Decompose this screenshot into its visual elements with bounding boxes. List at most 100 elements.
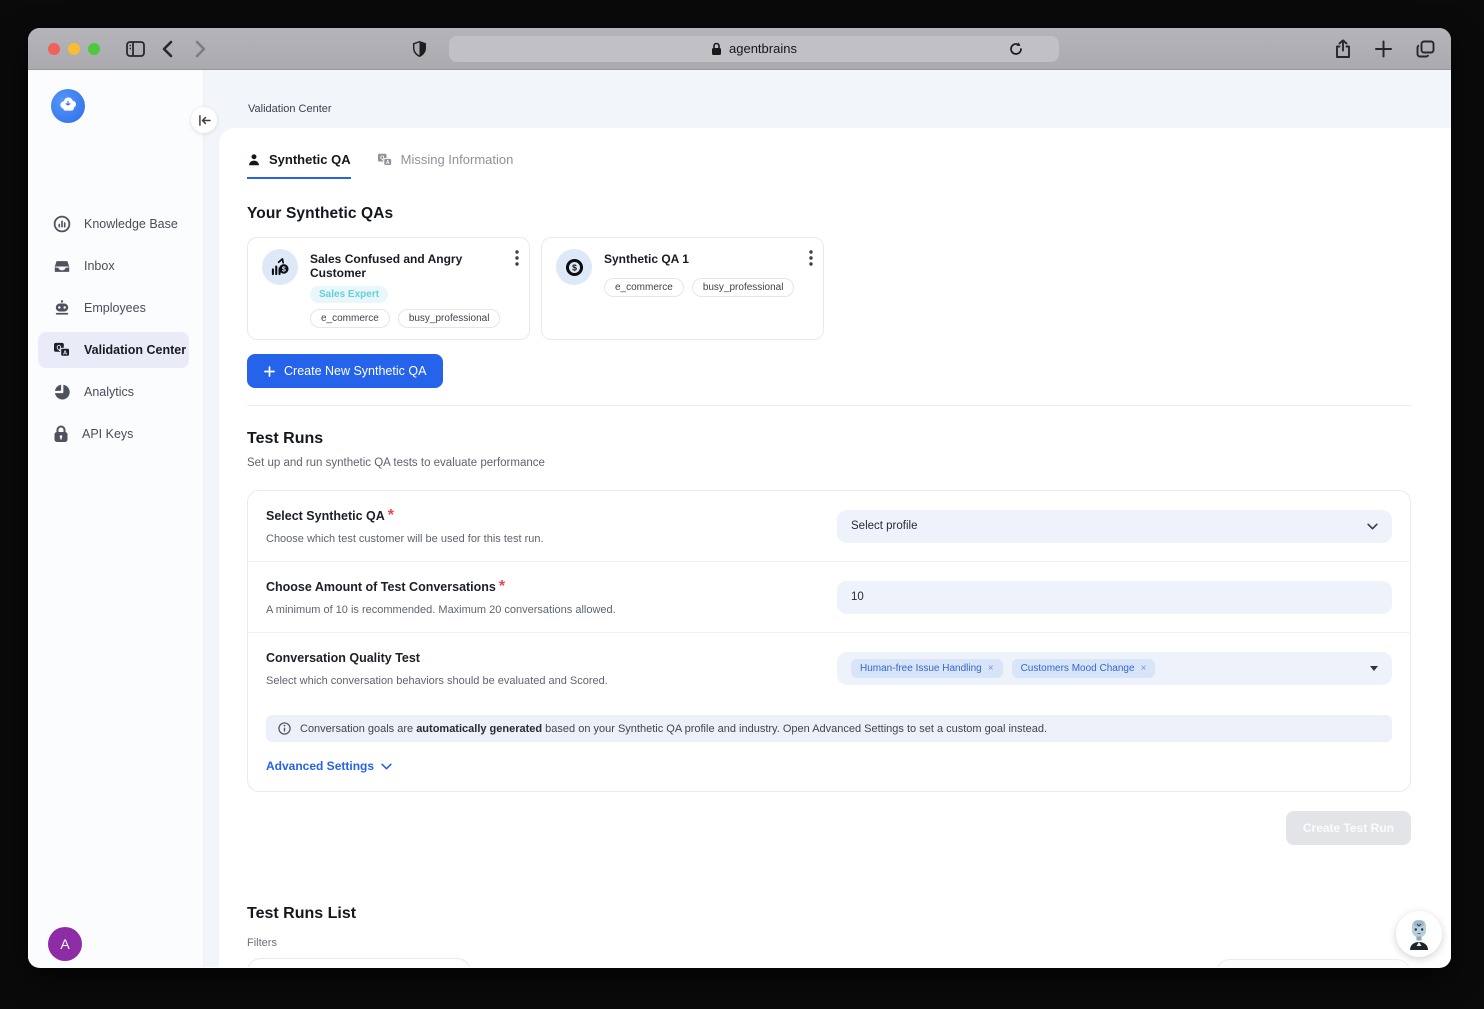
- create-test-run-button[interactable]: Create Test Run: [1286, 811, 1411, 845]
- field-label: Select Synthetic QA: [266, 509, 385, 523]
- field-description: Choose which test customer will be used …: [266, 533, 544, 545]
- browser-window: agentbrains Knowledge Base: [28, 28, 1451, 968]
- quality-multiselect[interactable]: Human-free Issue Handling × Customers Mo…: [837, 652, 1392, 685]
- synthetic-qa-card[interactable]: $ Synthetic QA 1 e_commerce busy_profess…: [541, 237, 824, 340]
- chip-remove-icon[interactable]: ×: [1141, 663, 1147, 674]
- section-divider: [247, 405, 1411, 406]
- knowledge-base-icon: [53, 215, 71, 233]
- sidebar-item-label: Validation Center: [84, 343, 186, 357]
- tab-synthetic-qa[interactable]: Synthetic QA: [247, 152, 351, 179]
- sidebar-item-validation-center[interactable]: QA Validation Center: [38, 332, 189, 368]
- synthetic-qa-card[interactable]: $ Sales Confused and Angry Customer Sale…: [247, 237, 530, 340]
- chip-remove-icon[interactable]: ×: [988, 663, 994, 674]
- person-icon: [247, 153, 261, 167]
- filters-label: Filters: [247, 937, 1411, 949]
- sidebar: Knowledge Base Inbox Employees QA Valida…: [28, 70, 204, 967]
- app-root: Knowledge Base Inbox Employees QA Valida…: [28, 70, 1451, 967]
- quality-chip-label: Human-free Issue Handling: [860, 663, 982, 674]
- synthetic-qa-cards: $ Sales Confused and Angry Customer Sale…: [247, 237, 1411, 340]
- sidebar-item-knowledge-base[interactable]: Knowledge Base: [38, 206, 189, 242]
- content-panel: Synthetic QA QA Missing Information Your…: [219, 128, 1451, 967]
- qa-tag: e_commerce: [604, 278, 684, 297]
- quality-chip: Human-free Issue Handling ×: [851, 659, 1003, 678]
- reload-icon[interactable]: [1009, 41, 1023, 56]
- card-menu-icon[interactable]: [515, 250, 519, 271]
- form-row-amount: Choose Amount of Test Conversations* A m…: [248, 562, 1410, 633]
- svg-text:$: $: [572, 262, 577, 272]
- date-range-filter[interactable]: Start Date — End Date: [247, 958, 471, 967]
- zoom-window-button[interactable]: [88, 43, 100, 55]
- close-window-button[interactable]: [48, 43, 60, 55]
- field-description: A minimum of 10 is recommended. Maximum …: [266, 604, 616, 616]
- sidebar-toggle-icon[interactable]: [126, 41, 145, 57]
- new-tab-icon[interactable]: [1375, 40, 1392, 57]
- create-synthetic-qa-button[interactable]: Create New Synthetic QA: [247, 354, 443, 388]
- svg-text:$: $: [281, 265, 285, 273]
- quality-chip-label: Customers Mood Change: [1021, 663, 1135, 674]
- url-bar[interactable]: agentbrains: [449, 36, 1059, 62]
- info-icon: [278, 722, 291, 735]
- test-runs-heading: Test Runs: [247, 430, 1411, 448]
- quality-chip: Customers Mood Change ×: [1012, 659, 1156, 678]
- sidebar-item-label: Inbox: [84, 259, 115, 273]
- info-banner: Conversation goals are automatically gen…: [266, 715, 1392, 742]
- inbox-icon: [53, 259, 71, 274]
- chevron-down-icon: [381, 763, 392, 770]
- sidebar-item-employees[interactable]: Employees: [38, 290, 189, 326]
- test-runs-subtitle: Set up and run synthetic QA tests to eva…: [247, 457, 1411, 469]
- sidebar-item-label: Employees: [84, 301, 146, 315]
- amount-input[interactable]: [851, 591, 1378, 603]
- shield-icon[interactable]: [412, 40, 427, 58]
- assistant-avatar[interactable]: [1396, 911, 1442, 957]
- tab-label: Missing Information: [401, 152, 514, 167]
- caret-down-icon: [1370, 666, 1378, 671]
- advanced-settings-toggle[interactable]: Advanced Settings: [266, 759, 392, 773]
- form-row-quality-test: Conversation Quality Test Select which c…: [248, 633, 1410, 697]
- svg-text:A: A: [386, 159, 390, 165]
- breadcrumb: Validation Center: [248, 103, 332, 115]
- card-menu-icon[interactable]: [809, 250, 813, 271]
- lock-icon: [711, 42, 722, 56]
- tab-missing-information[interactable]: QA Missing Information: [377, 152, 514, 177]
- chevron-down-icon: [1367, 523, 1378, 530]
- traffic-lights: [48, 43, 100, 55]
- tab-overview-icon[interactable]: [1416, 40, 1435, 58]
- agentbrains-logo[interactable]: [51, 89, 85, 123]
- filter-row: Start Date — End Date: [247, 958, 1411, 967]
- robot-icon: [53, 300, 71, 316]
- validation-center-icon: QA: [53, 342, 71, 358]
- create-synthetic-qa-label: Create New Synthetic QA: [284, 364, 426, 378]
- test-run-form: Select Synthetic QA* Choose which test c…: [247, 490, 1411, 792]
- profile-select[interactable]: Select profile: [837, 510, 1392, 543]
- minimize-window-button[interactable]: [68, 43, 80, 55]
- main-area: Validation Center Synthetic QA QA Missin…: [204, 70, 1451, 967]
- sidebar-collapse-button[interactable]: [191, 107, 217, 133]
- sidebar-item-analytics[interactable]: Analytics: [38, 374, 189, 410]
- required-mark: *: [388, 507, 394, 524]
- amount-input-wrap: [837, 581, 1392, 614]
- back-icon[interactable]: [162, 40, 173, 58]
- sidebar-item-api-keys[interactable]: API Keys: [38, 416, 189, 452]
- user-avatar[interactable]: A: [48, 927, 82, 961]
- search-box: [1215, 959, 1411, 967]
- forward-icon[interactable]: [195, 40, 206, 58]
- role-badge: Sales Expert: [310, 286, 388, 303]
- sidebar-item-label: API Keys: [82, 427, 133, 441]
- share-icon[interactable]: [1335, 39, 1351, 58]
- qa-card-title: Synthetic QA 1: [604, 252, 794, 266]
- synthetic-qa-icon: $: [556, 249, 592, 285]
- required-mark: *: [499, 578, 505, 595]
- missing-info-icon: QA: [377, 153, 393, 167]
- tab-label: Synthetic QA: [269, 152, 351, 167]
- browser-toolbar: agentbrains: [28, 28, 1451, 70]
- sidebar-item-inbox[interactable]: Inbox: [38, 248, 189, 284]
- sidebar-item-label: Knowledge Base: [84, 217, 178, 231]
- form-row-select-qa: Select Synthetic QA* Choose which test c…: [248, 491, 1410, 562]
- pie-chart-icon: [53, 383, 71, 401]
- qa-card-title: Sales Confused and Angry Customer: [310, 252, 515, 280]
- synthetic-qas-heading: Your Synthetic QAs: [247, 205, 1411, 223]
- qa-tag: e_commerce: [310, 309, 390, 328]
- robot-face-icon: [1403, 917, 1435, 951]
- advanced-settings-label: Advanced Settings: [266, 759, 374, 773]
- sidebar-item-label: Analytics: [84, 385, 134, 399]
